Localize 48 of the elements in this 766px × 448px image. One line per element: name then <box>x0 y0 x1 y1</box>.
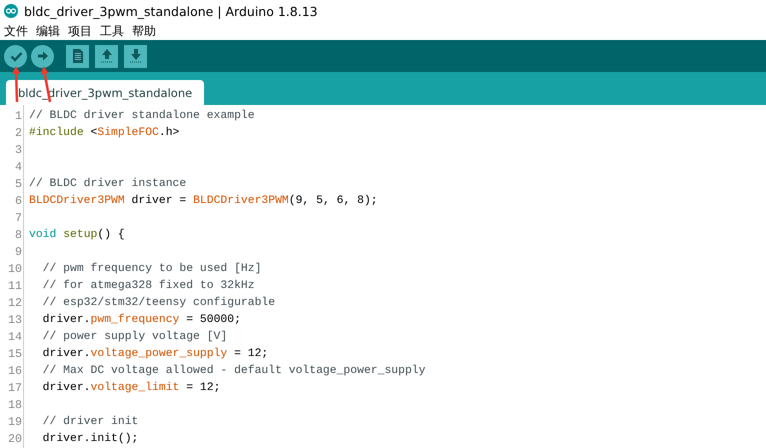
arduino-logo-icon <box>4 4 18 18</box>
line-number: 5 <box>14 176 23 193</box>
code-line: #include <SimpleFOC.h> <box>29 126 180 141</box>
line-number: 16 <box>6 363 23 380</box>
line-number: 17 <box>6 380 23 397</box>
menu-item[interactable]: 编辑 <box>36 22 60 40</box>
line-number: 7 <box>14 210 23 227</box>
code-line: // BLDC driver instance <box>29 176 186 192</box>
line-number: 9 <box>14 244 23 261</box>
arrow-right-button[interactable] <box>31 44 54 68</box>
line-number: 4 <box>14 159 23 176</box>
menu-item[interactable]: 工具 <box>100 22 124 40</box>
arrow-up-button[interactable] <box>95 44 118 68</box>
verify-button[interactable] <box>4 44 27 68</box>
line-number: 20 <box>6 431 23 448</box>
code-line: // for atmega328 fixed to 32kHz <box>42 278 255 294</box>
menu-item[interactable]: 文件 <box>4 22 28 40</box>
code-line: void setup() { <box>29 228 125 243</box>
line-number: 19 <box>6 414 23 431</box>
menu-item[interactable]: 项目 <box>68 22 92 40</box>
line-number: 11 <box>6 278 23 295</box>
line-number: 2 <box>14 125 23 142</box>
code-line: // esp32/stm32/teensy configurable <box>42 296 276 311</box>
line-number: 18 <box>6 397 23 414</box>
window-title: bldc_driver_3pwm_standalone | Arduino 1.8.13 <box>24 4 318 18</box>
code-line: driver.init(); <box>42 432 138 447</box>
line-number: 13 <box>6 312 23 329</box>
code-line: driver.voltage_limit = 12; <box>42 380 220 396</box>
code-line: // BLDC driver standalone example <box>29 108 255 124</box>
annotation-arrow <box>12 66 20 102</box>
menu-item[interactable]: 帮助 <box>132 22 156 40</box>
line-number: 1 <box>14 108 23 125</box>
code-line: driver.pwm_frequency = 50000; <box>42 312 241 328</box>
code-line: // power supply voltage [V] <box>42 330 228 345</box>
line-number: 12 <box>6 295 23 312</box>
line-number: 6 <box>14 193 23 210</box>
document-button[interactable] <box>66 44 89 68</box>
code-line: driver.voltage_power_supply = 12; <box>42 346 268 362</box>
code-line: BLDCDriver3PWM driver = BLDCDriver3PWM(9, 5, 6, 8); <box>29 194 378 209</box>
code-line: // pwm frequency to be used [Hz] <box>42 262 262 277</box>
line-number: 8 <box>14 227 23 244</box>
line-number: 3 <box>14 142 23 159</box>
code-line: // Max DC voltage allowed - default voltage_power_supply <box>42 364 426 379</box>
line-number: 10 <box>6 261 23 278</box>
line-number: 14 <box>6 329 23 346</box>
code-line: // driver init <box>42 414 138 430</box>
line-number: 15 <box>6 346 23 363</box>
arrow-down-button[interactable] <box>124 44 147 68</box>
